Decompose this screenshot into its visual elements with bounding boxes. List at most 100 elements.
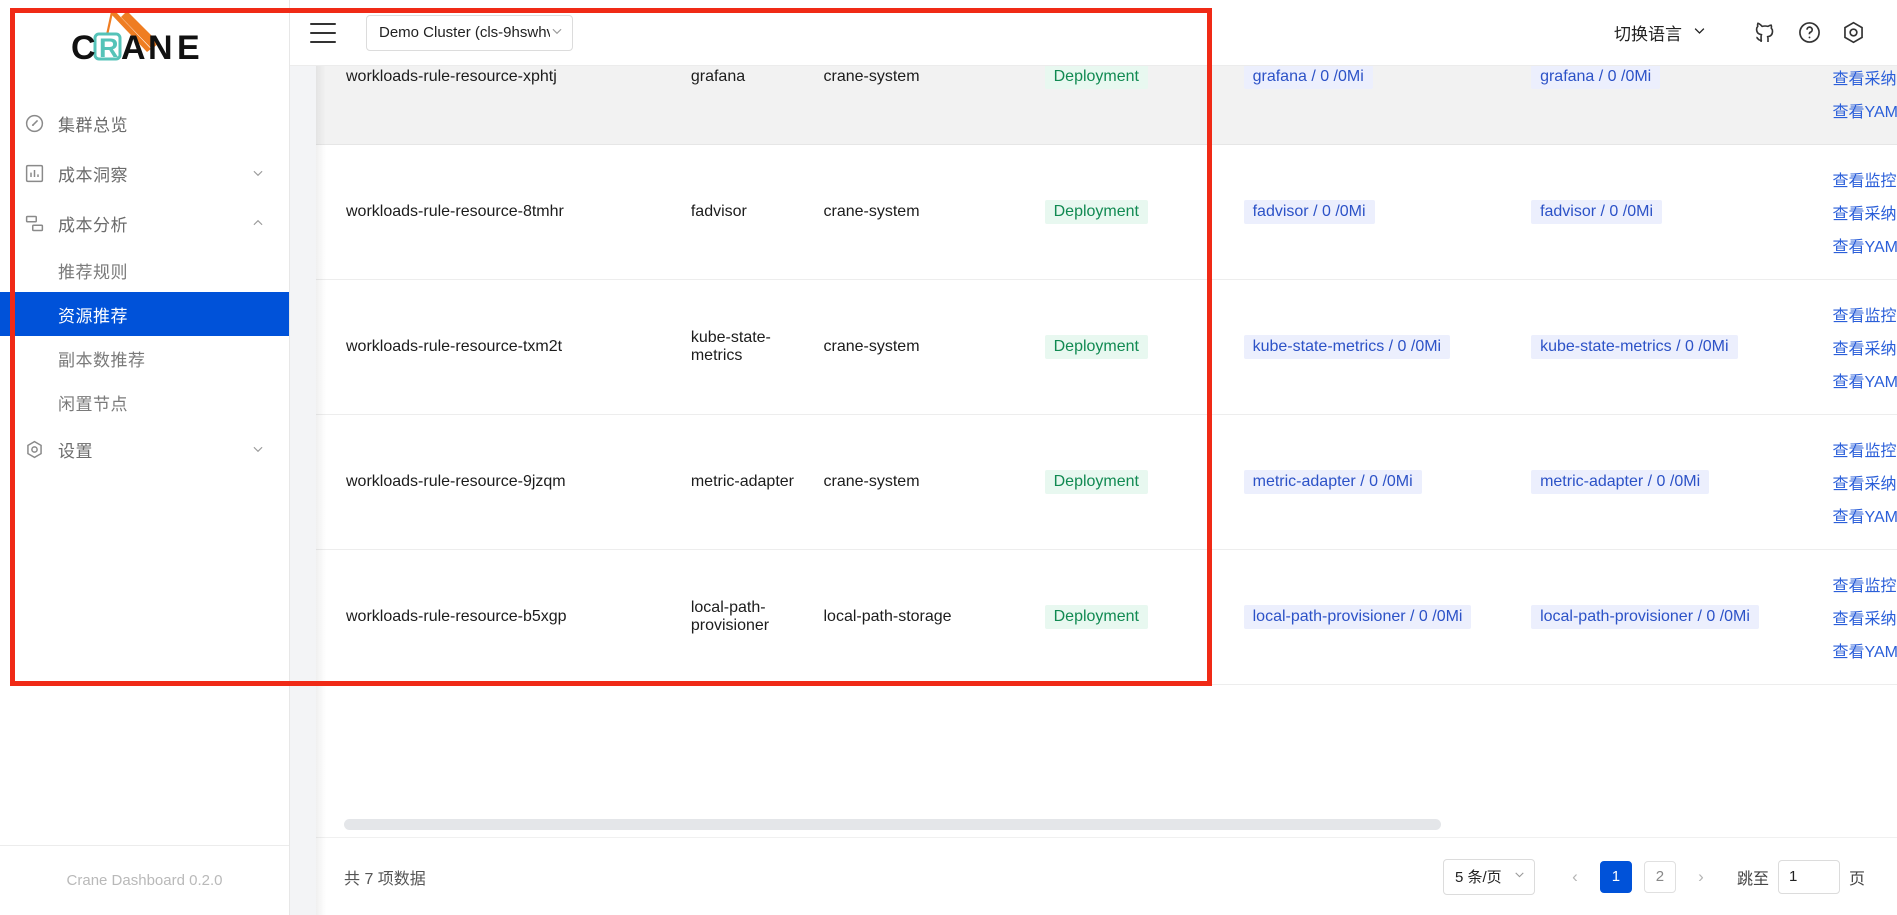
view-adopt-command-link[interactable]: 查看采纳命令 [1833, 335, 1897, 359]
view-yaml-link[interactable]: 查看YAML [1833, 368, 1897, 392]
sidebar-nav: 集群总览 成本洞察 成本分析 推荐规则 资源推荐 副本数推荐 闲置节点 设置 [0, 80, 289, 845]
cluster-selector-value: Demo Cluster (cls-9hswhvp [379, 24, 550, 41]
cell-name: workloads-rule-resource-xphtj [316, 66, 681, 145]
hamburger-icon[interactable] [310, 22, 336, 43]
sidebar-subitem-label: 副本数推荐 [58, 350, 146, 370]
table-scroll-container[interactable]: workloads-rule-resource-xphtj grafana cr… [316, 66, 1897, 815]
sidebar-subitem-idle-nodes[interactable]: 闲置节点 [0, 380, 289, 424]
row-action-links: 查看监控 查看采纳命令 查看YAML [1833, 437, 1897, 527]
sidebar-subitem-recommend-rules[interactable]: 推荐规则 [0, 248, 289, 292]
cell-namespace: local-path-storage [813, 549, 1035, 685]
svg-text:N: N [148, 29, 173, 67]
sidebar-item-label: 设置 [58, 441, 93, 461]
chevron-down-icon [1513, 868, 1526, 885]
scrollbar-thumb[interactable] [344, 819, 1441, 830]
app-logo[interactable]: C R A N E [0, 0, 289, 80]
pagination-page-2[interactable]: 2 [1643, 860, 1676, 893]
sidebar: C R A N E 集群总览 成本洞察 成本分析 推荐规则 资源推荐 副本数推荐… [0, 0, 290, 915]
table-row[interactable]: workloads-rule-resource-b5xgp local-path… [316, 549, 1897, 685]
pagination-next-button[interactable]: › [1685, 861, 1717, 893]
svg-text:E: E [177, 29, 200, 67]
view-monitoring-link[interactable]: 查看监控 [1833, 572, 1897, 596]
kind-badge: Deployment [1044, 605, 1148, 629]
settings-gear-icon[interactable] [1835, 15, 1871, 51]
view-adopt-command-link[interactable]: 查看采纳命令 [1833, 200, 1897, 224]
view-monitoring-link[interactable]: 查看监控 [1833, 437, 1897, 461]
table-row[interactable]: workloads-rule-resource-xphtj grafana cr… [316, 66, 1897, 145]
current-resource-badge: fadvisor / 0 /0Mi [1531, 200, 1662, 224]
language-switcher-label: 切换语言 [1614, 25, 1682, 44]
jump-label: 跳至 [1736, 870, 1769, 888]
sidebar-item-cluster-overview[interactable]: 集群总览 [0, 98, 289, 148]
table-horizontal-scrollbar[interactable] [316, 815, 1897, 837]
gear-icon [24, 439, 50, 460]
cell-target: kube-state-metrics [680, 279, 814, 415]
sidebar-item-cost-insight[interactable]: 成本洞察 [0, 148, 289, 198]
pagination-total-label: 共 7 项数据 [344, 870, 426, 888]
view-yaml-link[interactable]: 查看YAML [1833, 503, 1897, 527]
kind-badge: Deployment [1044, 200, 1148, 224]
table-row[interactable]: workloads-rule-resource-8tmhr fadvisor c… [316, 144, 1897, 280]
sidebar-subitem-resource-recommendation[interactable]: 资源推荐 [0, 292, 289, 336]
pagination-page-1[interactable]: 1 [1599, 860, 1632, 893]
cell-actions: 查看监控 查看采纳命令 查看YAML [1808, 549, 1897, 685]
row-action-links: 查看监控 查看采纳命令 查看YAML [1833, 66, 1897, 122]
cell-target: local-path-provisioner [680, 549, 814, 685]
page-size-value: 5 条/页 [1454, 869, 1502, 886]
chevron-down-icon[interactable] [251, 442, 267, 456]
chevron-down-icon[interactable] [251, 166, 267, 180]
cell-recommended: grafana / 0 /0Mi [1233, 66, 1522, 145]
sidebar-item-label: 集群总览 [58, 115, 128, 135]
cell-namespace: crane-system [813, 279, 1035, 415]
sidebar-subitem-label: 闲置节点 [58, 394, 128, 414]
row-action-links: 查看监控 查看采纳命令 查看YAML [1833, 302, 1897, 392]
github-icon[interactable] [1747, 15, 1783, 51]
view-monitoring-link[interactable]: 查看监控 [1833, 302, 1897, 326]
language-switcher[interactable]: 切换语言 [1614, 20, 1707, 45]
row-action-links: 查看监控 查看采纳命令 查看YAML [1833, 572, 1897, 662]
sidebar-subitem-replica-recommendation[interactable]: 副本数推荐 [0, 336, 289, 380]
resource-recommendation-table: workloads-rule-resource-xphtj grafana cr… [316, 66, 1897, 685]
cell-name: workloads-rule-resource-txm2t [316, 279, 681, 415]
svg-text:A: A [121, 29, 146, 67]
current-resource-badge: grafana / 0 /0Mi [1531, 66, 1661, 89]
cell-actions: 查看监控 查看采纳命令 查看YAML [1808, 144, 1897, 280]
cell-target: metric-adapter [680, 414, 814, 550]
cell-target: grafana [680, 66, 814, 145]
jump-unit-label: 页 [1848, 870, 1865, 888]
view-yaml-link[interactable]: 查看YAML [1833, 233, 1897, 257]
cell-recommended: metric-adapter / 0 /0Mi [1233, 414, 1522, 550]
pagination-bar: 共 7 项数据 5 条/页 ‹ 1 2 › 跳至 1 页 [316, 837, 1897, 915]
sidebar-item-settings[interactable]: 设置 [0, 424, 289, 474]
bar-chart-icon [24, 163, 50, 184]
crane-logo-icon: C R A N E [71, 11, 200, 67]
view-adopt-command-link[interactable]: 查看采纳命令 [1833, 470, 1897, 494]
table-row[interactable]: workloads-rule-resource-txm2t kube-state… [316, 279, 1897, 415]
cluster-selector[interactable]: Demo Cluster (cls-9hswhvp [366, 14, 573, 51]
cell-target: fadvisor [680, 144, 814, 280]
view-yaml-link[interactable]: 查看YAML [1833, 98, 1897, 122]
sidebar-item-cost-analysis[interactable]: 成本分析 [0, 198, 289, 248]
cell-namespace: crane-system [813, 414, 1035, 550]
pagination-prev-button[interactable]: ‹ [1559, 861, 1591, 893]
chevron-up-icon[interactable] [251, 216, 267, 230]
jump-page-input[interactable] [1777, 859, 1840, 894]
view-adopt-command-link[interactable]: 查看采纳命令 [1833, 66, 1897, 89]
cell-name: workloads-rule-resource-b5xgp [316, 549, 681, 685]
view-yaml-link[interactable]: 查看YAML [1833, 638, 1897, 662]
layout-icon [24, 213, 50, 234]
table-row[interactable]: workloads-rule-resource-9jzqm metric-ada… [316, 414, 1897, 550]
cell-kind: Deployment [1034, 144, 1234, 280]
cell-name: workloads-rule-resource-9jzqm [316, 414, 681, 550]
sidebar-subitem-label: 资源推荐 [58, 306, 128, 326]
view-adopt-command-link[interactable]: 查看采纳命令 [1833, 605, 1897, 629]
help-circle-icon[interactable] [1791, 15, 1827, 51]
cell-actions: 查看监控 查看采纳命令 查看YAML [1808, 414, 1897, 550]
cell-kind: Deployment [1034, 66, 1234, 145]
recommended-resource-badge: metric-adapter / 0 /0Mi [1243, 470, 1422, 494]
cell-name: workloads-rule-resource-8tmhr [316, 144, 681, 280]
kind-badge: Deployment [1044, 66, 1148, 89]
page-size-selector[interactable]: 5 条/页 [1442, 858, 1535, 895]
cell-current: grafana / 0 /0Mi [1521, 66, 1809, 145]
view-monitoring-link[interactable]: 查看监控 [1833, 167, 1897, 191]
